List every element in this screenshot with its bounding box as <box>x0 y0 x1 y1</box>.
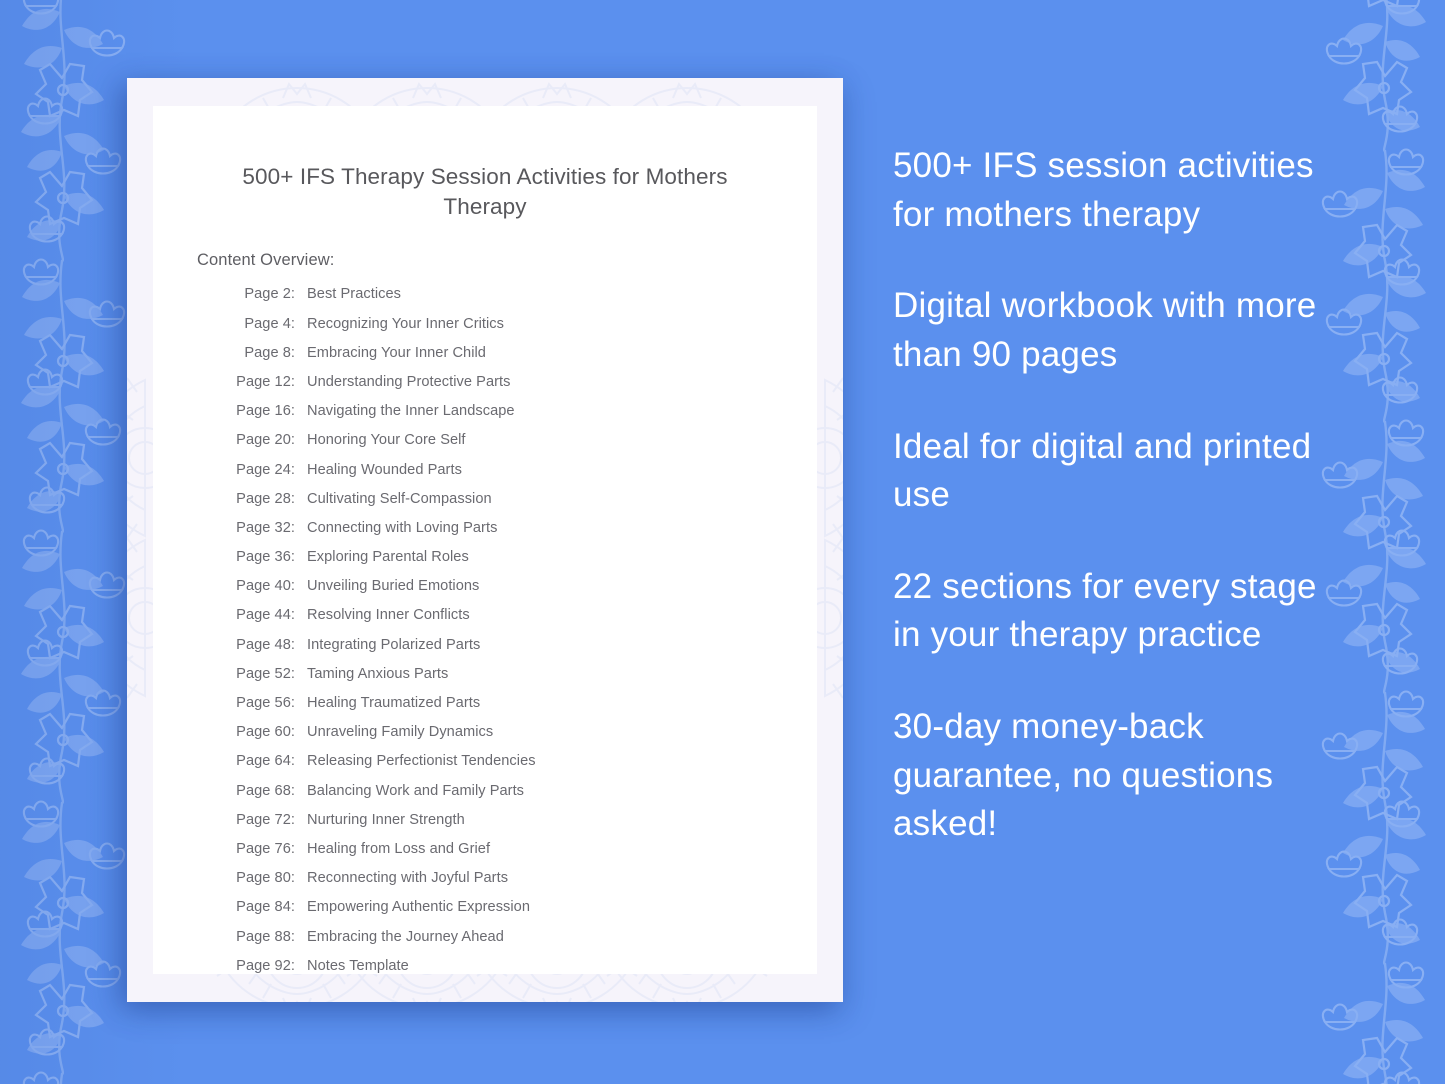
toc-entry-title: Integrating Polarized Parts <box>307 636 481 653</box>
floral-border-right-decoration <box>1319 0 1445 1084</box>
toc-entry-title: Cultivating Self-Compassion <box>307 490 492 507</box>
toc-entry-title: Best Practices <box>307 286 401 303</box>
marketing-copy-block: 22 sections for every stage in your ther… <box>893 566 1317 655</box>
toc-entry-title: Reconnecting with Joyful Parts <box>307 870 509 887</box>
toc-entry-title: Embracing the Journey Ahead <box>307 928 504 945</box>
toc-entry-page-number: Page 92: <box>236 957 295 974</box>
toc-entry[interactable]: Page 92: Notes Template <box>153 958 817 987</box>
workbook-preview-card: 500+ IFS Therapy Session Activities for … <box>127 78 843 1002</box>
toc-entry-title: Navigating the Inner Landscape <box>307 403 515 420</box>
toc-entry[interactable]: Page 28: Cultivating Self-Compassion <box>153 491 817 520</box>
toc-entry-title: Understanding Protective Parts <box>307 373 511 390</box>
toc-entry-title: Nurturing Inner Strength <box>307 811 465 828</box>
toc-entry-page-number: Page 68: <box>236 782 295 799</box>
toc-entry-title: Balancing Work and Family Parts <box>307 782 525 799</box>
toc-entry[interactable]: Page 72: Nurturing Inner Strength <box>153 812 817 841</box>
toc-entry-page-number: Page 8: <box>244 344 295 361</box>
toc-entry[interactable]: Page 12: Understanding Protective Parts <box>153 374 817 403</box>
toc-entry[interactable]: Page 60: Unraveling Family Dynamics <box>153 724 817 753</box>
toc-entry-page-number: Page 84: <box>236 899 295 916</box>
toc-entry-page-number: Page 44: <box>236 607 295 624</box>
marketing-copy-block: Digital workbook with more than 90 pages <box>893 286 1317 374</box>
toc-entry-title: Releasing Perfectionist Tendencies <box>307 753 536 770</box>
toc-entry[interactable]: Page 2: Best Practices <box>153 286 817 315</box>
toc-entry-title: Healing Traumatized Parts <box>307 695 481 711</box>
page-title: 500+ IFS Therapy Session Activities for … <box>242 164 728 219</box>
toc-entry-title: Healing Wounded Parts <box>307 461 462 478</box>
toc-entry[interactable]: Page 8: Embracing Your Inner Child <box>153 345 817 374</box>
toc-entry-page-number: Page 56: <box>236 695 295 711</box>
toc-entry-page-number: Page 20: <box>236 432 295 449</box>
toc-entry-page-number: Page 32: <box>236 519 295 536</box>
toc-entry-page-number: Page 24: <box>236 461 295 478</box>
toc-entry-title: Exploring Parental Roles <box>307 549 469 566</box>
toc-entry-page-number: Page 64: <box>236 753 295 770</box>
toc-entry-page-number: Page 48: <box>236 636 295 653</box>
toc-entry-page-number: Page 76: <box>236 840 295 857</box>
toc-entry[interactable]: Page 88: Embracing the Journey Ahead <box>153 929 817 958</box>
toc-entry[interactable]: Page 48: Integrating Polarized Parts <box>153 637 817 666</box>
toc-entry[interactable]: Page 64: Releasing Perfectionist Tendenci… <box>153 753 817 782</box>
toc-entry-page-number: Page 72: <box>236 811 295 828</box>
product-mockup-canvas: 500+ IFS Therapy Session Activities for … <box>0 0 1445 1084</box>
toc-entry-title: Connecting with Loving Parts <box>307 519 498 536</box>
toc-entry[interactable]: Page 44: Resolving Inner Conflicts <box>153 607 817 636</box>
toc-entry-page-number: Page 28: <box>236 490 295 507</box>
toc-entry-page-number: Page 52: <box>236 665 295 682</box>
marketing-copy-block: 500+ IFS session activities for mothers … <box>893 146 1314 234</box>
toc-entry-title: Embracing Your Inner Child <box>307 344 486 361</box>
toc-entry-page-number: Page 36: <box>236 549 295 566</box>
toc-entry-page-number: Page 60: <box>236 724 295 741</box>
toc-entry-title: Unraveling Family Dynamics <box>307 724 494 741</box>
toc-entry-page-number: Page 80: <box>236 870 295 887</box>
toc-entry-title: Unveiling Buried Emotions <box>307 578 480 595</box>
toc-entry-page-number: Page 2: <box>244 286 295 303</box>
toc-entry[interactable]: Page 84: Empowering Authentic Expression <box>153 899 817 928</box>
table-of-contents-list: Page 2: Best Practices Page 4: Recognizing … <box>153 270 817 987</box>
toc-entry-page-number: Page 16: <box>236 403 295 420</box>
toc-entry[interactable]: Page 24: Healing Wounded Parts <box>153 462 817 491</box>
toc-entry-title: Healing from Loss and Grief <box>307 840 491 857</box>
toc-entry-page-number: Page 12: <box>236 373 295 390</box>
toc-entry[interactable]: Page 76: Healing from Loss and Grief <box>153 841 817 870</box>
toc-entry[interactable]: Page 80: Reconnecting with Joyful Parts <box>153 870 817 899</box>
toc-entry[interactable]: Page 4: Recognizing Your Inner Critics <box>153 316 817 345</box>
toc-entry[interactable]: Page 52: Taming Anxious Parts <box>153 666 817 695</box>
toc-entry-title: Notes Template <box>307 957 409 974</box>
toc-entry[interactable]: Page 32: Connecting with Loving Parts <box>153 520 817 549</box>
toc-entry-page-number: Page 88: <box>236 928 295 945</box>
toc-entry-page-number: Page 4: <box>244 315 295 332</box>
toc-entry[interactable]: Page 40: Unveiling Buried Emotions <box>153 578 817 607</box>
marketing-copy-column: 500+ IFS session activities for mothers … <box>893 142 1323 849</box>
toc-entry-title: Empowering Authentic Expression <box>307 899 531 916</box>
toc-entry[interactable]: Page 36: Exploring Parental Roles <box>153 549 817 578</box>
toc-entry[interactable]: Page 56: Healing Traumatized Parts <box>153 695 817 724</box>
marketing-copy-block: Ideal for digital and printed use <box>893 426 1312 515</box>
marketing-copy-block: 30-day money-back guarantee, no question… <box>893 707 1274 844</box>
toc-entry-page-number: Page 40: <box>236 578 295 595</box>
content-overview-label: Content Overview: <box>197 251 335 270</box>
toc-entry-title: Taming Anxious Parts <box>307 665 449 682</box>
floral-border-left-decoration <box>0 0 128 1084</box>
toc-entry-title: Resolving Inner Conflicts <box>307 607 470 624</box>
toc-entry[interactable]: Page 20: Honoring Your Core Self <box>153 432 817 461</box>
toc-entry[interactable]: Page 16: Navigating the Inner Landscape <box>153 403 817 432</box>
toc-entry-title: Honoring Your Core Self <box>307 432 466 449</box>
workbook-inner-page: 500+ IFS Therapy Session Activities for … <box>153 106 817 974</box>
toc-entry[interactable]: Page 68: Balancing Work and Family Parts <box>153 783 817 812</box>
toc-entry-title: Recognizing Your Inner Critics <box>307 315 504 332</box>
